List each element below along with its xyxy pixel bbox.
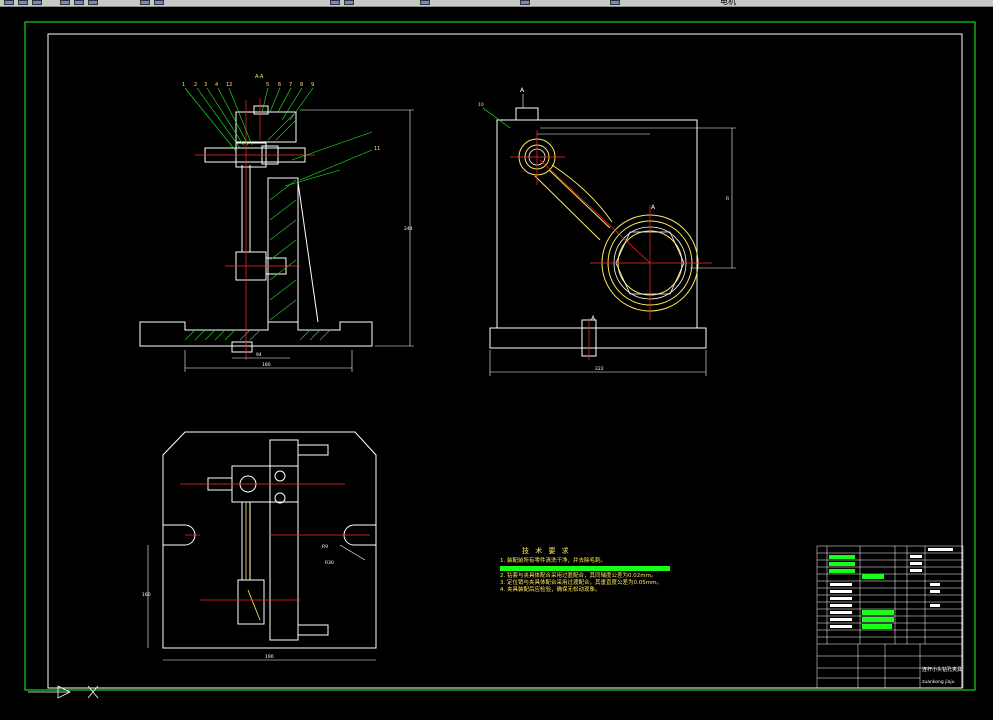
callout-6: 6	[278, 82, 281, 88]
callout-2: 2	[194, 82, 197, 88]
zoom-icon[interactable]	[344, 0, 354, 5]
dim-front-height: 244	[404, 226, 413, 232]
front-section-view	[139, 105, 373, 353]
dim-front-base: 94	[256, 352, 262, 358]
cut-icon[interactable]	[60, 0, 70, 5]
tech-note-2: 2. 钻套与夹具体配合采用过盈配合，其同轴度公差为0.02mm。	[500, 573, 657, 579]
save-icon[interactable]	[18, 0, 28, 5]
front-callout-labels: 1 2 3 4 12 5 6 7 8 9 A-A 11	[182, 74, 380, 152]
callout-12: 12	[226, 82, 232, 88]
plan-dimensions	[147, 544, 376, 661]
side-view	[489, 107, 707, 357]
dim-plan-height: 160	[142, 592, 151, 598]
plan-view	[162, 431, 377, 649]
connecting-rod	[518, 138, 699, 312]
side-dimensions	[489, 127, 736, 376]
pan-icon[interactable]	[330, 0, 340, 5]
tech-notes-title: 技 术 要 求	[522, 547, 571, 555]
cad-drawing: 1 2 3 4 12 5 6 7 8 9 A-A 11 180 94 244 2…	[24, 21, 976, 699]
tech-note-highlight	[500, 566, 670, 571]
callout-10: 10	[478, 102, 484, 108]
layers-icon[interactable]	[520, 0, 530, 5]
callout-4: 4	[215, 82, 218, 88]
slot-label-r30: R30	[325, 560, 334, 566]
tech-note-3: 3. 定位销与夹具体配合采用过渡配合，其垂直度公差为0.05mm。	[500, 580, 662, 586]
undo-icon[interactable]	[140, 0, 150, 5]
front-centerlines	[195, 98, 315, 360]
callout-11: 11	[374, 146, 380, 152]
dim-side-width: 222	[595, 366, 604, 372]
section-marker-top: A	[520, 87, 525, 94]
section-marker-bottom: A	[591, 315, 596, 322]
redo-icon[interactable]	[154, 0, 164, 5]
drawing-canvas[interactable]: 1 2 3 4 12 5 6 7 8 9 A-A 11 180 94 244 2…	[0, 6, 993, 716]
callout-9: 9	[311, 82, 314, 88]
callout-8: 8	[300, 82, 303, 88]
slot-label-r9: R9	[322, 544, 328, 550]
callout-3: 3	[204, 82, 207, 88]
front-dim-labels: 180 94 244	[256, 226, 413, 368]
title-block-sub: zuankong jiaju	[922, 680, 955, 685]
callout-7: 7	[289, 82, 292, 88]
dim-plan-width: 190	[265, 654, 274, 660]
properties-icon[interactable]	[420, 0, 430, 5]
section-marker-rod: A	[651, 204, 656, 211]
plan-centerlines	[180, 483, 370, 601]
print-icon[interactable]	[32, 0, 42, 5]
layer-state-icon[interactable]	[610, 0, 620, 5]
tech-note-4: 4. 夹具装配后应检验，确保无松动现象。	[500, 587, 601, 593]
technical-notes: 技 术 要 求 1. 装配前所有零件清洗干净，并去除毛刺。 2. 钻套与夹具体配…	[500, 548, 800, 594]
open-icon[interactable]	[4, 0, 14, 5]
callout-5: 5	[266, 82, 269, 88]
dim-side-height: R	[726, 196, 729, 202]
plan-hatch-yellow	[245, 502, 261, 621]
tech-note-1: 1. 装配前所有零件清洗干净，并去除毛刺。	[500, 558, 606, 564]
callout-1: 1	[182, 82, 185, 88]
copy-icon[interactable]	[74, 0, 84, 5]
title-block-name: 连杆小头钻孔夹具	[922, 667, 963, 673]
front-leaders	[184, 87, 373, 187]
section-label-aa: A-A	[255, 74, 264, 80]
paste-icon[interactable]	[88, 0, 98, 5]
dim-front-width: 180	[262, 362, 271, 368]
